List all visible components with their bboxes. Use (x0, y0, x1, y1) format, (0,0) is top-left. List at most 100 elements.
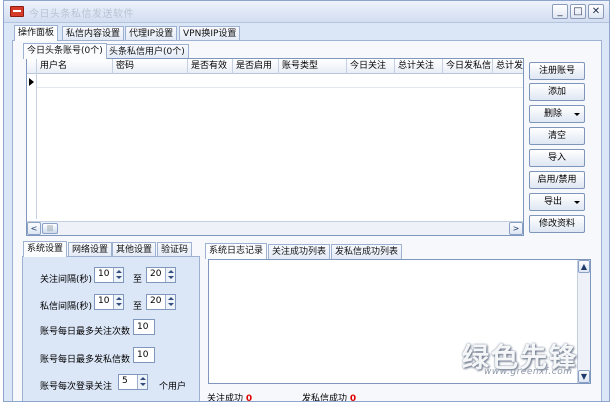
message-interval-label: 私信间隔(秒) (40, 302, 93, 312)
arrow-down-icon (168, 303, 174, 306)
button-label: 清空 (547, 131, 566, 141)
arrow-up-icon (168, 270, 174, 273)
stepper-value: 5 (122, 376, 128, 386)
message-success-label: 发私信成功 (302, 394, 348, 402)
table-header: 用户名 密码 是否有效 是否启用 账号类型 今日关注 总计关注 今日发私信 总计… (27, 59, 523, 74)
message-success-status: 发私信成功 0 (302, 391, 357, 402)
button-label: 启用/禁用 (537, 175, 577, 185)
register-account-button[interactable]: 注册账号 (529, 62, 585, 80)
stepper-arrows[interactable] (165, 295, 175, 309)
login-follow-suffix: 个用户 (159, 382, 187, 392)
arrow-down-icon (116, 276, 122, 279)
enable-disable-button[interactable]: 启用/禁用 (529, 171, 585, 189)
arrow-down-icon (168, 276, 174, 279)
arrow-up-icon (116, 270, 122, 273)
tab-message-users[interactable]: 头条私信用户(0个) (105, 44, 189, 59)
stepper-value: 10 (98, 296, 110, 306)
stepper-value: 10 (98, 269, 110, 279)
scroll-down-button[interactable]: ▼ (578, 370, 590, 383)
stepper-value: 20 (150, 296, 162, 306)
follow-success-count: 0 (245, 394, 253, 402)
button-label: 删除 (544, 109, 563, 119)
max-message-input[interactable]: 10 (133, 347, 155, 363)
tab-system-log[interactable]: 系统日志记录 (205, 243, 268, 259)
button-label: 注册账号 (538, 66, 575, 76)
stepper-arrows[interactable] (165, 268, 175, 282)
stepper-value: 20 (150, 269, 162, 279)
caret-down-icon (574, 201, 580, 204)
edit-profile-button[interactable]: 修改资料 (529, 215, 585, 233)
stepper-arrows[interactable] (113, 268, 123, 282)
tab-system-settings[interactable]: 系统设置 (23, 241, 68, 257)
follow-interval-from-stepper[interactable]: 10 (94, 267, 124, 283)
tab-message-success[interactable]: 发私信成功列表 (331, 244, 403, 259)
tab-network-settings[interactable]: 网络设置 (68, 242, 113, 257)
current-row-arrow-icon (29, 78, 34, 86)
scroll-up-button[interactable]: ▲ (578, 260, 590, 273)
column-header[interactable]: 用户名 (37, 59, 113, 74)
max-follow-input[interactable]: 10 (133, 319, 155, 335)
column-header[interactable]: 总计关注 (395, 59, 443, 74)
tab-operation-panel[interactable]: 操作面板 (14, 25, 59, 41)
column-header[interactable]: 今日关注 (347, 59, 395, 74)
column-header[interactable]: 账号类型 (279, 59, 347, 74)
button-label: 添加 (547, 87, 566, 97)
arrow-up-icon (140, 377, 146, 380)
login-follow-stepper[interactable]: 5 (118, 374, 148, 390)
table-row[interactable] (37, 74, 523, 88)
export-dropdown-button[interactable]: 导出 (529, 193, 585, 211)
tab-other-settings[interactable]: 其他设置 (112, 242, 157, 257)
column-header[interactable]: 是否有效 (188, 59, 233, 74)
message-interval-from-stepper[interactable]: 10 (94, 294, 124, 310)
arrow-up-icon (168, 297, 174, 300)
follow-success-label: 关注成功 (207, 394, 244, 402)
clear-button[interactable]: 清空 (529, 127, 585, 145)
stepper-arrows[interactable] (113, 295, 123, 309)
row-selector-header (27, 59, 37, 74)
close-button[interactable]: ✕ (588, 4, 604, 19)
message-success-count: 0 (349, 394, 357, 402)
scroll-right-button[interactable]: > (509, 222, 523, 235)
delete-dropdown-button[interactable]: 删除 (529, 105, 585, 123)
follow-interval-to-stepper[interactable]: 20 (146, 267, 176, 283)
follow-success-status: 关注成功 0 (207, 391, 253, 402)
stepper-arrows[interactable] (137, 375, 147, 389)
tab-captcha[interactable]: 验证码 (157, 242, 193, 257)
max-message-label: 账号每日最多发私信数 (40, 355, 131, 365)
arrow-down-icon (140, 383, 146, 386)
tab-follow-success[interactable]: 关注成功列表 (268, 244, 331, 259)
range-separator: 至 (133, 302, 143, 312)
message-interval-to-stepper[interactable]: 20 (146, 294, 176, 310)
title-bar[interactable]: 今日头条私信发送软件 _ □ ✕ (4, 1, 609, 23)
window-title: 今日头条私信发送软件 (29, 9, 134, 20)
accounts-table[interactable]: 用户名 密码 是否有效 是否启用 账号类型 今日关注 总计关注 今日发私信 总计… (26, 58, 524, 236)
button-label: 导入 (547, 153, 566, 163)
button-label: 导出 (544, 197, 563, 207)
arrow-down-icon (116, 303, 122, 306)
column-header[interactable]: 总计发私信 (493, 59, 523, 74)
maximize-button[interactable]: □ (570, 4, 586, 19)
tab-message-content[interactable]: 私信内容设置 (62, 26, 125, 41)
vertical-scrollbar[interactable]: ▲ ▼ (577, 260, 590, 383)
tab-vpn-ip[interactable]: VPN换IP设置 (179, 26, 241, 41)
app-window: 今日头条私信发送软件 _ □ ✕ 操作面板 私信内容设置 代理IP设置 VPN换… (3, 0, 610, 402)
import-button[interactable]: 导入 (529, 149, 585, 167)
max-follow-label: 账号每日最多关注次数 (40, 327, 131, 337)
horizontal-scrollbar[interactable]: < ||| > (27, 221, 523, 235)
tab-proxy-ip[interactable]: 代理IP设置 (125, 26, 178, 41)
caret-down-icon (574, 113, 580, 116)
scroll-left-button[interactable]: < (27, 222, 41, 235)
button-label: 修改资料 (538, 219, 575, 229)
app-logo-icon (10, 6, 24, 17)
minimize-button[interactable]: _ (552, 4, 568, 19)
range-separator: 至 (133, 275, 143, 285)
add-button[interactable]: 添加 (529, 83, 585, 101)
tab-toutiao-accounts[interactable]: 今日头条账号(0个) (23, 43, 107, 59)
follow-interval-label: 关注间隔(秒) (40, 275, 93, 285)
column-header[interactable]: 密码 (113, 59, 188, 74)
scrollbar-thumb[interactable]: ||| (42, 223, 58, 234)
column-header[interactable]: 今日发私信 (443, 59, 493, 74)
login-follow-label: 账号每次登录关注 (40, 382, 113, 392)
arrow-up-icon (116, 297, 122, 300)
column-header[interactable]: 是否启用 (233, 59, 279, 74)
